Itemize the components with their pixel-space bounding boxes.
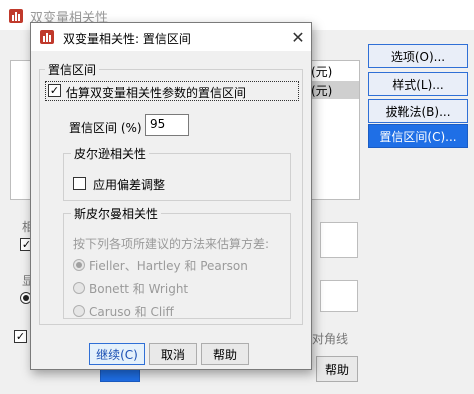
bootstrap-button[interactable]: 拔靴法(B)... [368,99,468,123]
ci-group-label: 置信区间 [45,61,100,78]
radio-fieller[interactable] [73,259,85,271]
bias-checkbox[interactable] [73,177,86,190]
partial-box-1 [320,222,358,258]
radio-bonett-label: Bonett 和 Wright [89,282,189,296]
partial-box-2 [320,280,358,312]
cancel-button[interactable]: 取消 [149,343,197,365]
dialog-app-icon [39,29,55,48]
continue-button[interactable]: 继续(C) [89,343,145,365]
dialog-title-bar: 双变量相关性: 置信区间 ✕ [31,23,311,51]
style-button[interactable]: 样式(L)... [368,72,468,96]
ci-level-input[interactable]: 95 [145,114,189,136]
close-icon[interactable]: ✕ [287,26,309,48]
estimate-checkbox-row[interactable]: ✓ 估算双变量相关性参数的置信区间 [45,81,299,101]
bias-checkbox-label: 应用偏差调整 [93,178,166,192]
partial-checkbox-2[interactable]: ✓ [14,330,27,343]
list-item[interactable]: (元) [311,63,332,80]
estimate-checkbox-label: 估算双变量相关性参数的置信区间 [66,86,247,100]
radio-caruso-label: Caruso 和 Cliff [89,305,174,319]
spearman-prompt: 按下列各项所建议的方法来估算方差: [73,237,270,251]
confidence-interval-button[interactable]: 置信区间(C)... [368,124,468,148]
radio-fieller-label: Fieller、Hartley 和 Pearson [89,259,248,273]
parent-help-button[interactable]: 帮助 [316,356,358,382]
partial-text-diagonal: 对角线 [312,332,349,346]
estimate-checkbox[interactable]: ✓ [48,84,61,97]
ci-dialog: 双变量相关性: 置信区间 ✕ 置信区间 ✓ 估算双变量相关性参数的置信区间 置信… [30,22,312,370]
radio-bonett[interactable] [73,282,85,294]
radio-caruso[interactable] [73,305,85,317]
ci-level-label: 置信区间 (%) [69,121,142,135]
pearson-group-label: 皮尔逊相关性 [71,145,150,162]
help-button[interactable]: 帮助 [201,343,249,365]
app-icon [8,8,24,27]
options-button[interactable]: 选项(O)... [368,44,468,68]
dialog-title: 双变量相关性: 置信区间 [63,32,191,46]
spearman-group-label: 斯皮尔曼相关性 [71,205,162,222]
